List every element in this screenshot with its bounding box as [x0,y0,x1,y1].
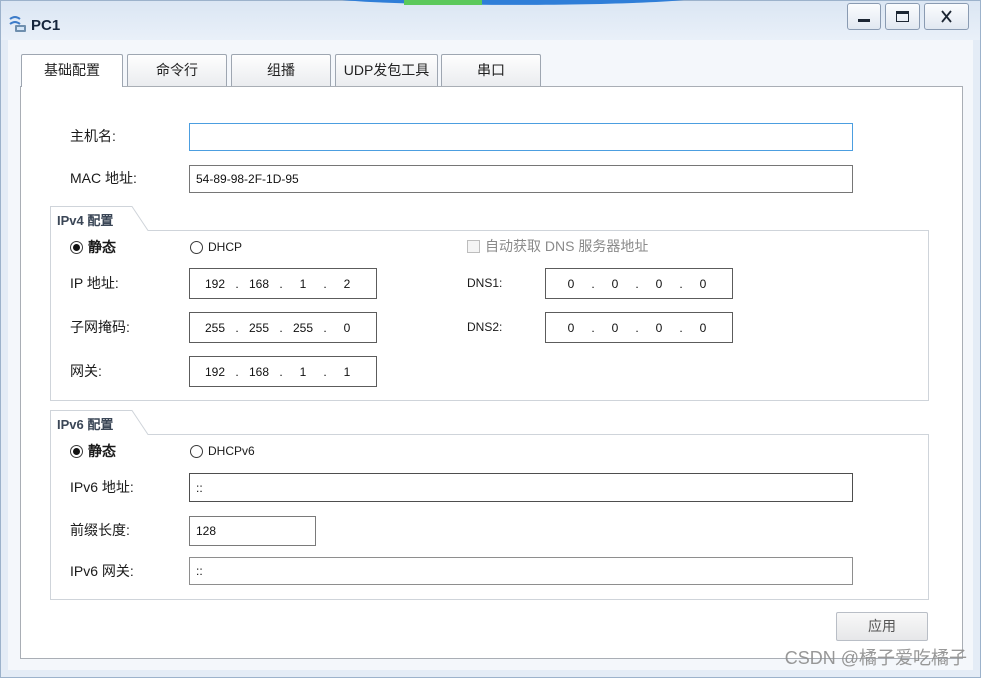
ip-octet-2[interactable]: 168 [242,277,276,291]
tab-udp-tool[interactable]: UDP发包工具 [335,54,438,86]
gateway-label: 网关: [70,363,102,379]
dns1-label: DNS1: [467,276,503,290]
tab-command-line[interactable]: 命令行 [127,54,227,86]
octet-separator: . [235,320,239,335]
mac-address-value: 54-89-98-2F-1D-95 [196,172,299,186]
dns1-input[interactable]: 0 . 0 . 0 . 0 [545,268,733,299]
mask-octet-4[interactable]: 0 [330,321,364,335]
dns2-octet-1[interactable]: 0 [554,321,588,335]
octet-separator: . [235,364,239,379]
minimize-button[interactable] [847,3,881,30]
octet-separator: . [235,276,239,291]
octet-separator: . [679,320,683,335]
octet-separator: . [279,320,283,335]
dns2-input[interactable]: 0 . 0 . 0 . 0 [545,312,733,343]
gateway-input[interactable]: 192 . 168 . 1 . 1 [189,356,377,387]
minimize-icon [858,19,870,22]
prefix-length-label: 前缀长度: [70,522,130,538]
ip-octet-4[interactable]: 2 [330,277,364,291]
mask-octet-3[interactable]: 255 [286,321,320,335]
radio-circle [190,240,203,254]
ipv6-gateway-label: IPv6 网关: [70,563,134,579]
ipv4-static-label: 静态 [88,239,116,255]
octet-separator: . [323,320,327,335]
ipv6-static-radio[interactable]: 静态 [70,442,116,460]
dns1-octet-4[interactable]: 0 [686,277,720,291]
dns2-octet-4[interactable]: 0 [686,321,720,335]
ip-address-label: IP 地址: [70,275,119,291]
auto-dns-checkbox[interactable]: 自动获取 DNS 服务器地址 [467,237,648,255]
dns1-octet-2[interactable]: 0 [598,277,632,291]
background-window-fragment [342,0,684,5]
octet-separator: . [591,276,595,291]
apply-button[interactable]: 应用 [836,612,928,641]
octet-separator: . [635,276,639,291]
gateway-octet-2[interactable]: 168 [242,365,276,379]
ipv4-dhcp-label: DHCP [208,240,243,254]
ip-octet-1[interactable]: 192 [198,277,232,291]
dns2-octet-3[interactable]: 0 [642,321,676,335]
ipv6-section-title: IPv6 配置 [57,417,114,432]
mask-octet-1[interactable]: 255 [198,321,232,335]
ipv4-section-title: IPv4 配置 [57,213,114,228]
auto-dns-label: 自动获取 DNS 服务器地址 [485,238,649,254]
prefix-length-value: 128 [196,524,217,538]
ipv6-dhcp-label: DHCPv6 [208,444,255,458]
octet-separator: . [591,320,595,335]
close-button[interactable] [924,3,969,30]
gateway-octet-3[interactable]: 1 [286,365,320,379]
ipv6-gateway-input[interactable]: :: [189,557,853,585]
watermark-text: CSDN @橘子爱吃橘子 [784,648,967,668]
octet-separator: . [323,276,327,291]
dns2-octet-2[interactable]: 0 [598,321,632,335]
title-bar[interactable] [1,1,980,40]
dns1-octet-3[interactable]: 0 [642,277,676,291]
radio-circle [70,444,83,458]
octet-separator: . [679,276,683,291]
ipv6-address-label: IPv6 地址: [70,479,134,495]
gateway-octet-1[interactable]: 192 [198,365,232,379]
pc-icon [8,14,28,34]
mac-label: MAC 地址: [70,170,137,186]
ipv6-static-label: 静态 [88,443,116,459]
tab-serial[interactable]: 串口 [441,54,541,86]
maximize-icon [896,11,909,22]
radio-circle [70,240,83,254]
ip-octet-3[interactable]: 1 [286,277,320,291]
ip-address-input[interactable]: 192 . 168 . 1 . 2 [189,268,377,299]
close-icon [941,10,952,23]
ipv6-address-input[interactable]: :: [189,473,853,502]
dns1-octet-1[interactable]: 0 [554,277,588,291]
dns2-label: DNS2: [467,320,503,334]
octet-separator: . [323,364,327,379]
prefix-length-input[interactable]: 128 [189,516,316,546]
tab-multicast[interactable]: 组播 [231,54,331,86]
mac-address-input[interactable]: 54-89-98-2F-1D-95 [189,165,853,193]
window-title: PC1 [31,17,61,34]
tab-basic-config[interactable]: 基础配置 [21,54,123,87]
octet-separator: . [635,320,639,335]
hostname-label: 主机名: [70,128,116,144]
ipv6-gateway-value: :: [196,564,203,578]
ipv6-address-value: :: [196,480,203,495]
hostname-input[interactable] [189,123,853,151]
gateway-octet-4[interactable]: 1 [330,365,364,379]
ipv4-section-frame [50,206,929,401]
subnet-mask-label: 子网掩码: [70,319,130,335]
octet-separator: . [279,364,283,379]
ipv4-static-radio[interactable]: 静态 [70,238,116,256]
mask-octet-2[interactable]: 255 [242,321,276,335]
radio-circle [190,444,203,458]
maximize-button[interactable] [885,3,920,30]
octet-separator: . [279,276,283,291]
ipv4-dhcp-radio[interactable]: DHCP [190,238,242,256]
ipv6-dhcp-radio[interactable]: DHCPv6 [190,442,255,460]
checkbox-box [467,239,480,253]
subnet-mask-input[interactable]: 255 . 255 . 255 . 0 [189,312,377,343]
pc1-window: PC1 基础配置 命令行 组播 UDP发包工具 串口 主机名: MAC 地址: … [0,0,981,678]
